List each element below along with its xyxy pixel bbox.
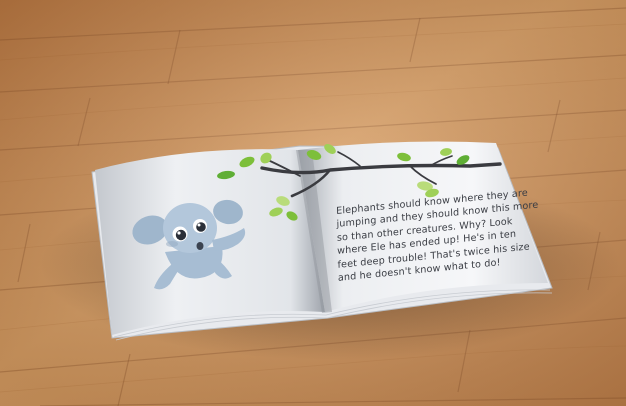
book-photo-scene: Elephants should know where they are jum… (0, 0, 626, 406)
